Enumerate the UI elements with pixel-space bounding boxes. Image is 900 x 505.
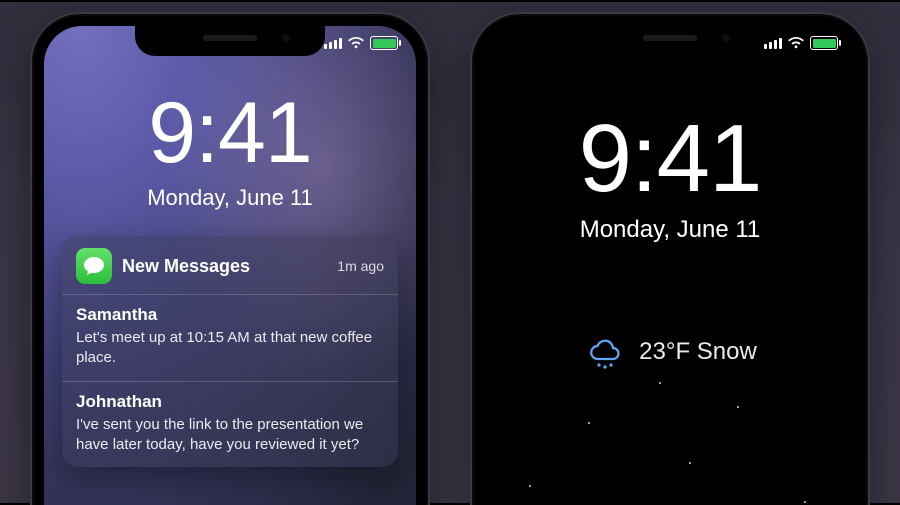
notification-header: New Messages 1m ago [62,236,398,294]
weather-condition: Snow [697,338,757,365]
wallpaper [484,26,856,505]
notification-item[interactable]: Samantha Let's meet up at 10:15 AM at th… [62,294,398,381]
lock-date: Monday, June 11 [484,216,856,244]
phone-right: 9:41 Monday, June 11 23°F Snow [470,12,870,505]
phone-left: 9:41 Monday, June 11 New Messages 1m ago… [30,12,430,505]
notch [575,26,765,56]
snow-cloud-icon [583,331,625,373]
battery-icon [810,36,838,50]
weather-temp: 23°F [639,338,690,365]
sender-name: Samantha [76,305,384,325]
messages-icon [76,248,112,284]
weather-text: 23°F Snow [639,338,757,366]
message-preview: I've sent you the link to the presentati… [76,415,384,456]
notification-age: 1m ago [337,258,384,274]
wifi-icon [788,37,804,49]
cellular-signal-icon [324,38,342,49]
lock-time: 9:41 [44,84,416,183]
notification-item[interactable]: Johnathan I've sent you the link to the … [62,381,398,468]
weather-widget[interactable]: 23°F Snow [484,331,856,373]
cellular-signal-icon [764,38,782,49]
sender-name: Johnathan [76,392,384,412]
lock-clock: 9:41 Monday, June 11 [44,84,416,211]
stage: 9:41 Monday, June 11 New Messages 1m ago… [0,0,900,505]
lock-screen-left[interactable]: 9:41 Monday, June 11 New Messages 1m ago… [44,26,416,505]
message-preview: Let's meet up at 10:15 AM at that new co… [76,328,384,369]
status-bar [764,36,838,50]
notification-title: New Messages [122,256,327,277]
lock-date: Monday, June 11 [44,185,416,211]
letterbox-top [0,0,900,2]
battery-icon [370,36,398,50]
status-bar [324,36,398,50]
notch [135,26,325,56]
wifi-icon [348,37,364,49]
lock-screen-right[interactable]: 9:41 Monday, June 11 23°F Snow [484,26,856,505]
lock-clock: 9:41 Monday, June 11 [484,104,856,244]
notification-card[interactable]: New Messages 1m ago Samantha Let's meet … [62,236,398,467]
lock-time: 9:41 [484,104,856,214]
